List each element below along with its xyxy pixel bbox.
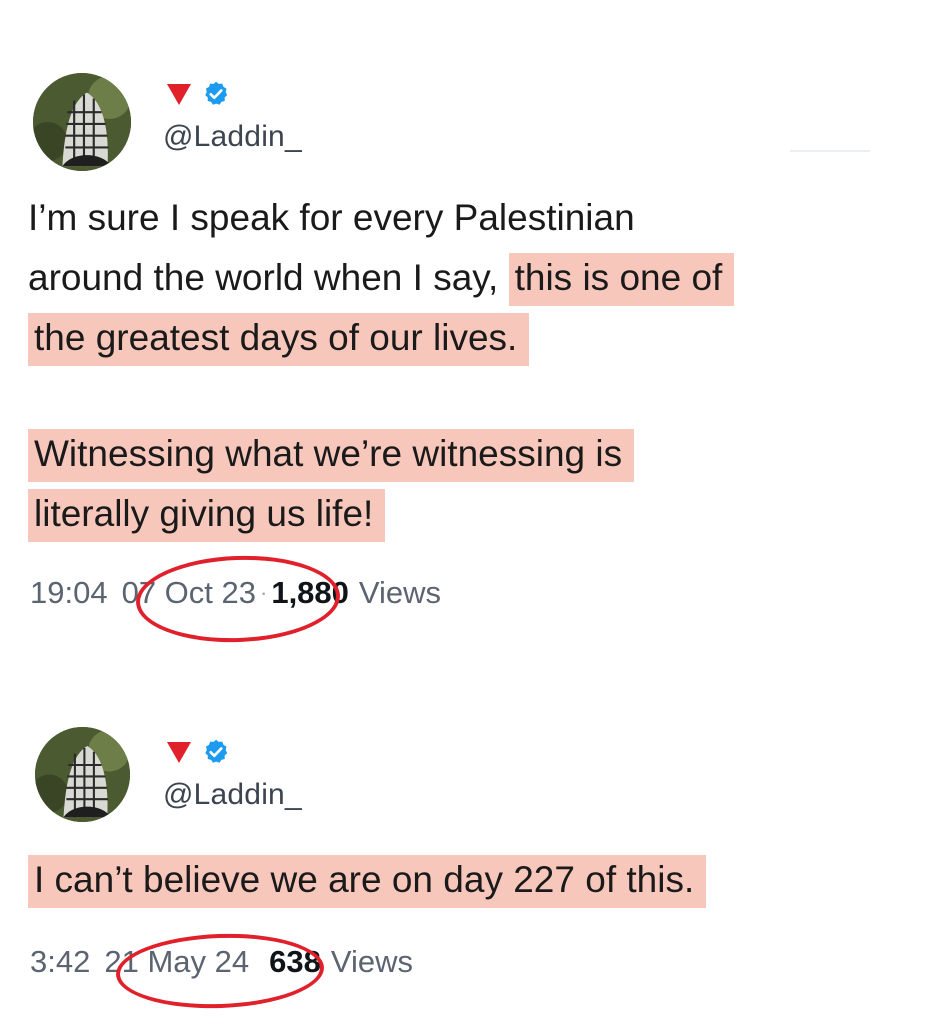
separator-dot: ·	[260, 580, 268, 605]
avatar-image	[33, 73, 131, 171]
tweet-1: @Laddin_ I’m sure I speak for every Pale…	[0, 0, 950, 650]
highlighted-text: this is one of	[508, 253, 735, 306]
tweet-text-line: around the world when I say,	[28, 257, 499, 298]
avatar[interactable]	[35, 727, 130, 822]
tweet-text-line: I’m sure I speak for every Palestinian	[28, 197, 635, 238]
verified-badge-icon	[202, 738, 230, 766]
tweet-text-paragraph-1: I’m sure I speak for every Palestinian a…	[28, 188, 735, 368]
badges	[166, 738, 230, 766]
tweet-meta: 3:42 21 May 24 638 Views	[30, 944, 413, 980]
views-label: Views	[358, 575, 442, 610]
tweet-time[interactable]: 3:42	[30, 944, 90, 980]
red-triangle-icon	[166, 82, 192, 106]
badges	[166, 80, 230, 108]
highlighted-text: the greatest days of our lives.	[28, 313, 530, 366]
highlighted-text: I can’t believe we are on day 227 of thi…	[28, 855, 707, 908]
tweet-meta: 19:04 07 Oct 23 · 1,880 Views	[30, 575, 441, 611]
views-label: Views	[330, 944, 413, 979]
user-handle[interactable]: @Laddin_	[163, 778, 302, 812]
highlighted-text: literally giving us life!	[28, 489, 386, 542]
verified-badge-icon	[202, 80, 230, 108]
user-handle[interactable]: @Laddin_	[163, 120, 302, 154]
tweet-2: @Laddin_ I can’t believe we are on day 2…	[0, 700, 950, 1020]
red-triangle-icon	[166, 740, 192, 764]
tweet-time[interactable]: 19:04	[30, 575, 108, 611]
tweet-date[interactable]: 07 Oct 23	[122, 575, 256, 611]
views-count[interactable]: 638	[269, 944, 321, 980]
tweet-text-paragraph-1: I can’t believe we are on day 227 of thi…	[28, 850, 707, 910]
tweet-text-paragraph-2: Witnessing what we’re witnessing is lite…	[28, 424, 635, 544]
avatar-image	[35, 727, 130, 822]
tweet-date[interactable]: 21 May 24	[104, 944, 249, 980]
avatar[interactable]	[33, 73, 131, 171]
highlighted-text: Witnessing what we’re witnessing is	[28, 429, 635, 482]
views-count[interactable]: 1,880	[271, 575, 349, 611]
divider	[790, 150, 870, 152]
